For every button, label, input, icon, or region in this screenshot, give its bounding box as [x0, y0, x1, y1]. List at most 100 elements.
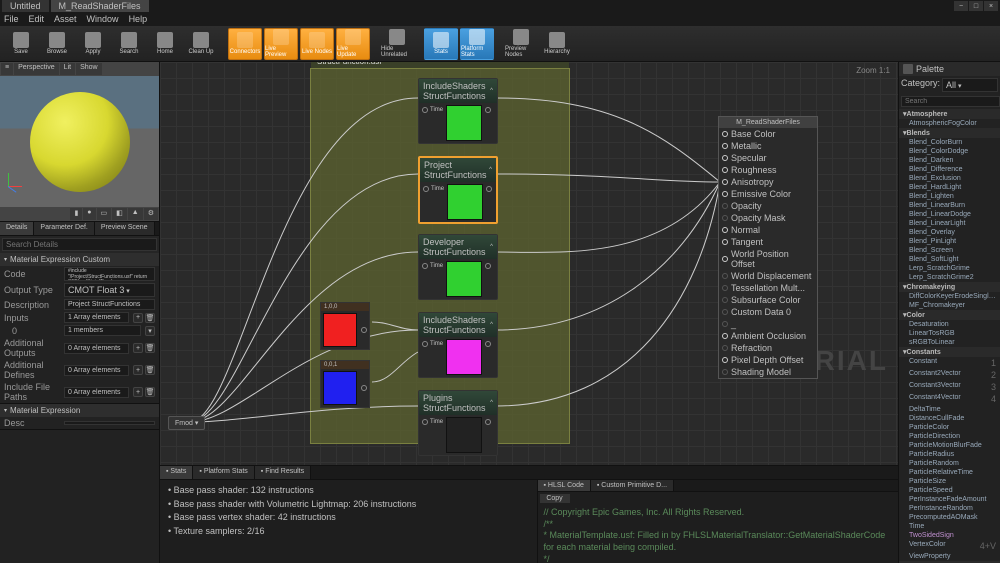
- palette-item[interactable]: Blend_Screen: [899, 246, 1000, 255]
- menu-file[interactable]: File: [4, 14, 19, 24]
- palette-item[interactable]: Blend_Exclusion: [899, 174, 1000, 183]
- palette-item[interactable]: Blend_SoftLight: [899, 255, 1000, 264]
- array-clear[interactable]: 🗑: [145, 313, 155, 323]
- palette-item[interactable]: ViewProperty: [899, 552, 1000, 561]
- toolbar-clean-up[interactable]: Clean Up: [184, 28, 218, 60]
- preview-viewport[interactable]: ≡ Perspective Lit Show ▮ ● ▭ ◧ ▲ ⚙: [0, 62, 159, 222]
- viewport-options[interactable]: ≡: [1, 63, 13, 75]
- section-expression[interactable]: Material Expression: [0, 404, 159, 417]
- palette-cat-atmosphere[interactable]: ▾Atmosphere: [899, 109, 1000, 119]
- prop-output-type[interactable]: CMOT Float 3 ▾: [64, 283, 155, 297]
- prop-add-defines[interactable]: 0 Array elements: [64, 365, 129, 376]
- material-graph[interactable]: Zoom 1:1 MATERIAL StructFunction.usf Fmo…: [160, 62, 898, 465]
- window-minimize[interactable]: −: [954, 1, 968, 11]
- section-custom[interactable]: Material Expression Custom: [0, 253, 159, 266]
- palette-item[interactable]: ParticleRandom: [899, 459, 1000, 468]
- palette-item[interactable]: Blend_LinearBurn: [899, 201, 1000, 210]
- bottom-tab-stats[interactable]: ▪ Stats: [160, 466, 193, 479]
- node-inc2[interactable]: IncludeShaders StructFunctions^Time: [418, 312, 498, 378]
- toolbar-live-update[interactable]: Live Update: [336, 28, 370, 60]
- palette-item[interactable]: ParticleMotionBlurFade: [899, 441, 1000, 450]
- palette-item[interactable]: Desaturation: [899, 320, 1000, 329]
- palette-item[interactable]: VertexColor4+V: [899, 540, 1000, 552]
- palette-item[interactable]: ParticleRelativeTime: [899, 468, 1000, 477]
- shape-plane[interactable]: ▭: [97, 208, 112, 220]
- node-inc[interactable]: IncludeShaders StructFunctions^Time: [418, 78, 498, 144]
- output-pin-pixel-depth-offset[interactable]: Pixel Depth Offset: [719, 354, 817, 366]
- palette-item[interactable]: ParticleRadius: [899, 450, 1000, 459]
- palette-item[interactable]: PerInstanceFadeAmount: [899, 495, 1000, 504]
- palette-item[interactable]: ParticleSize: [899, 477, 1000, 486]
- palette-cat-blends[interactable]: ▾Blends: [899, 128, 1000, 138]
- palette-item[interactable]: DistanceCullFade: [899, 414, 1000, 423]
- viewport-show[interactable]: Show: [76, 63, 102, 75]
- prop-inputs[interactable]: 1 Array elements: [64, 312, 129, 323]
- viewport-settings[interactable]: ⚙: [144, 208, 158, 220]
- toolbar-hierarchy[interactable]: Hierarchy: [540, 28, 574, 60]
- palette-item[interactable]: Blend_PinLight: [899, 237, 1000, 246]
- fmod-chip[interactable]: Fmod ▾: [168, 416, 205, 430]
- array-add[interactable]: +: [133, 313, 143, 323]
- palette-item[interactable]: Constant4Vector4: [899, 393, 1000, 405]
- prop-input-0[interactable]: 1 members: [64, 325, 141, 336]
- viewport-perspective[interactable]: Perspective: [14, 63, 59, 75]
- toolbar-home[interactable]: Home: [148, 28, 182, 60]
- palette-item[interactable]: Blend_ColorDodge: [899, 147, 1000, 156]
- toolbar-search[interactable]: Search: [112, 28, 146, 60]
- palette-item[interactable]: Blend_Difference: [899, 165, 1000, 174]
- palette-cat-chromakeying[interactable]: ▾Chromakeying: [899, 282, 1000, 292]
- prop-description[interactable]: Project StructFunctions: [64, 299, 155, 310]
- prop-expr-desc[interactable]: [64, 421, 155, 425]
- toolbar-live-nodes[interactable]: Live Nodes: [300, 28, 334, 60]
- palette-item[interactable]: Lerp_ScratchGrime2: [899, 273, 1000, 282]
- palette-search[interactable]: [901, 96, 1000, 107]
- palette-item[interactable]: ParticleColor: [899, 423, 1000, 432]
- palette-item[interactable]: PerInstanceRandom: [899, 504, 1000, 513]
- toolbar-live-preview[interactable]: Live Preview: [264, 28, 298, 60]
- toolbar-connectors[interactable]: Connectors: [228, 28, 262, 60]
- palette-cat-color[interactable]: ▾Color: [899, 310, 1000, 320]
- palette-item[interactable]: DiffColorKeyerErodeSinglePass: [899, 292, 1000, 301]
- menu-window[interactable]: Window: [87, 14, 119, 24]
- palette-item[interactable]: Blend_HardLight: [899, 183, 1000, 192]
- prop-code[interactable]: #include "/Project/StructFunctions.usf" …: [64, 267, 155, 281]
- palette-item[interactable]: Lerp_ScratchGrime: [899, 264, 1000, 273]
- node-dev[interactable]: Developer StructFunctions^Time: [418, 234, 498, 300]
- output-pin-emissive-color[interactable]: Emissive Color: [719, 188, 817, 200]
- toolbar-hide-unrelated[interactable]: Hide Unrelated: [380, 28, 414, 60]
- palette-item[interactable]: Blend_Darken: [899, 156, 1000, 165]
- toolbar-preview-nodes[interactable]: Preview Nodes: [504, 28, 538, 60]
- palette-item[interactable]: ParticleSpeed: [899, 486, 1000, 495]
- bottom-tab-find-results[interactable]: ▪ Find Results: [255, 466, 311, 479]
- output-pin-tangent[interactable]: Tangent: [719, 236, 817, 248]
- hlsl-copy-button[interactable]: Copy: [540, 494, 570, 503]
- palette-item[interactable]: Blend_ColorBurn: [899, 138, 1000, 147]
- window-maximize[interactable]: □: [969, 1, 983, 11]
- palette-item[interactable]: TwoSidedSign: [899, 531, 1000, 540]
- toolbar-save[interactable]: Save: [4, 28, 38, 60]
- output-pin-ambient-occlusion[interactable]: Ambient Occlusion: [719, 330, 817, 342]
- palette-item[interactable]: PrecomputedAOMask: [899, 513, 1000, 522]
- output-pin-roughness[interactable]: Roughness: [719, 164, 817, 176]
- output-pin-normal[interactable]: Normal: [719, 224, 817, 236]
- output-pin-base-color[interactable]: Base Color: [719, 128, 817, 140]
- output-pin-metallic[interactable]: Metallic: [719, 140, 817, 152]
- shape-cube[interactable]: ◧: [112, 208, 127, 220]
- details-search[interactable]: [2, 238, 157, 251]
- node-plug[interactable]: Plugins StructFunctions^Time: [418, 390, 498, 456]
- palette-item[interactable]: Constant1: [899, 357, 1000, 369]
- prop-add-outputs[interactable]: 0 Array elements: [64, 343, 129, 354]
- viewport-lit[interactable]: Lit: [60, 63, 75, 75]
- palette-cat-constants[interactable]: ▾Constants: [899, 347, 1000, 357]
- output-pin-world-position-offset[interactable]: World Position Offset: [719, 248, 817, 270]
- toolbar-platform-stats[interactable]: Platform Stats: [460, 28, 494, 60]
- title-tab-untitled[interactable]: Untitled: [2, 0, 49, 12]
- palette-item[interactable]: Time: [899, 522, 1000, 531]
- palette-item[interactable]: AtmosphericFogColor: [899, 119, 1000, 128]
- palette-item[interactable]: Blend_LinearDodge: [899, 210, 1000, 219]
- tab-parameters[interactable]: Parameter Def.: [34, 222, 94, 235]
- node-constant-red[interactable]: 1,0,0: [320, 302, 370, 350]
- bottom-tab-hlsl-code[interactable]: ▪ HLSL Code: [538, 480, 591, 491]
- tab-preview-scene[interactable]: Preview Scene: [95, 222, 155, 235]
- palette-item[interactable]: LinearTosRGB: [899, 329, 1000, 338]
